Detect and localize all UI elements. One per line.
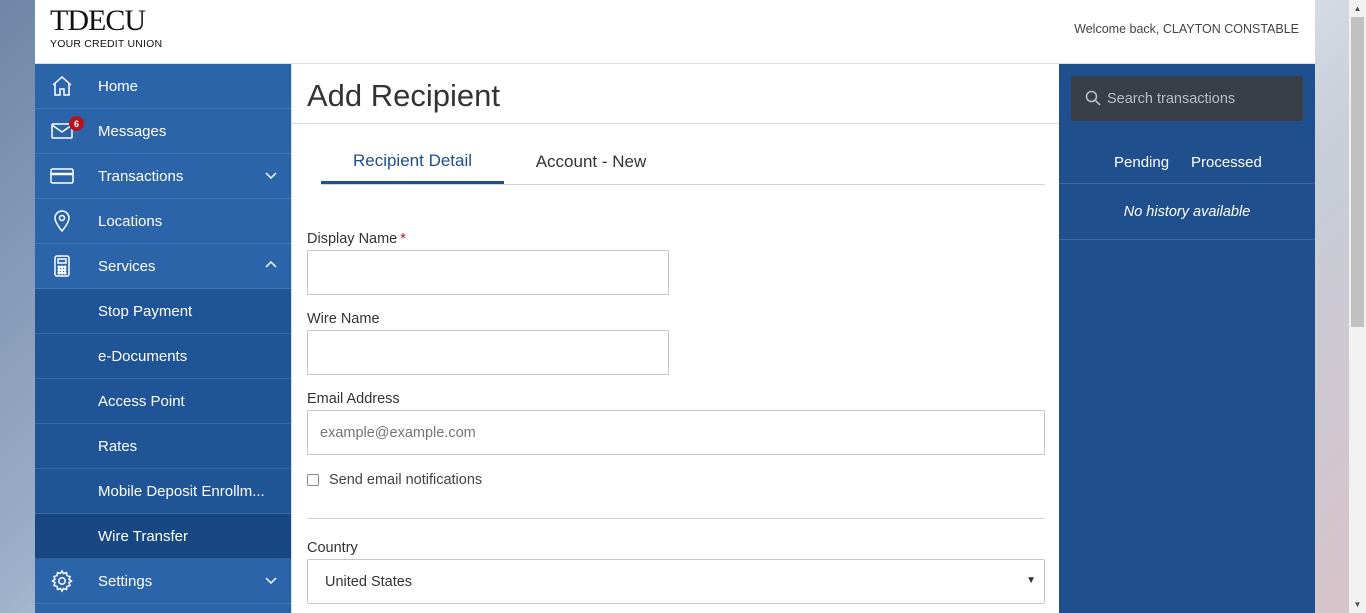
app-window: TDECU YOUR CREDIT UNION Welcome back, CL… [35, 0, 1315, 613]
send-email-label: Send email notifications [329, 472, 483, 488]
no-history-message: No history available [1059, 184, 1315, 240]
sidebar-item-label: Wire Transfer [98, 527, 189, 545]
card-icon [50, 168, 74, 184]
search-icon [1085, 90, 1101, 106]
country-label: Country [307, 540, 358, 556]
logo-tagline: YOUR CREDIT UNION [50, 38, 163, 50]
sidebar-item-settings[interactable]: Settings [35, 559, 291, 604]
sidebar-subitem-access-point[interactable]: Access Point [35, 379, 291, 424]
chevron-down-icon[interactable] [265, 574, 277, 586]
chevron-up-icon[interactable] [265, 259, 277, 271]
wire-name-input[interactable] [307, 330, 669, 375]
display-name-label-text: Display Name [307, 231, 398, 247]
scrollbar-thumb[interactable] [1351, 17, 1364, 327]
send-email-checkbox[interactable] [307, 474, 319, 486]
main-content: Add Recipient Recipient Detail Account -… [291, 64, 1059, 613]
transactions-panel: Search transactions Pending Processed No… [1059, 64, 1315, 613]
page-scrollbar[interactable]: ▲ ▼ [1349, 0, 1366, 613]
email-address-label: Email Address [307, 391, 400, 407]
sidebar-item-label: Stop Payment [98, 302, 193, 320]
sidebar-item-label: Rates [98, 437, 138, 455]
sidebar-item-locations[interactable]: Locations [35, 199, 291, 244]
sidebar-item-label: Transactions [98, 167, 184, 185]
sidebar-subitem-mobile-deposit[interactable]: Mobile Deposit Enrollm... [35, 469, 291, 514]
recipient-tabs: Recipient Detail Account - New [321, 140, 1045, 185]
sidebar-item-label: Home [98, 77, 139, 95]
tab-processed[interactable]: Processed [1191, 154, 1262, 171]
calculator-icon [54, 255, 70, 277]
welcome-message: Welcome back, CLAYTON CONSTABLE [1074, 22, 1299, 36]
sidebar-nav: Home 6 Messages Transactions Locations S… [35, 64, 291, 613]
top-bar: TDECU YOUR CREDIT UNION Welcome back, CL… [35, 0, 1315, 64]
sidebar-item-label: Messages [98, 122, 167, 140]
sidebar-item-label: Settings [98, 572, 153, 590]
sidebar-item-home[interactable]: Home [35, 64, 291, 109]
tdecu-logo[interactable]: TDECU YOUR CREDIT UNION [50, 4, 163, 51]
scroll-down-arrow-icon[interactable]: ▼ [1349, 596, 1366, 613]
sidebar-subitem-rates[interactable]: Rates [35, 424, 291, 469]
form-divider [307, 518, 1045, 519]
sidebar-item-label: Mobile Deposit Enrollm... [98, 482, 265, 500]
sidebar-item-label: Access Point [98, 392, 185, 410]
chevron-down-icon[interactable] [265, 169, 277, 181]
display-name-label: Display Name * [307, 231, 406, 247]
country-select[interactable]: United States ▼ [307, 559, 1045, 604]
sidebar-item-services[interactable]: Services [35, 244, 291, 289]
scroll-up-arrow-icon[interactable]: ▲ [1349, 0, 1366, 17]
sidebar-subitem-e-documents[interactable]: e-Documents [35, 334, 291, 379]
history-tabs: Pending Processed [1059, 140, 1315, 184]
dropdown-arrow-icon: ▼ [1026, 575, 1036, 586]
tab-account-new[interactable]: Account - New [504, 140, 678, 184]
page-title: Add Recipient [292, 64, 1059, 124]
logo-mark: TDECU [50, 4, 146, 37]
tab-recipient-detail[interactable]: Recipient Detail [321, 140, 504, 184]
sidebar-item-label: Locations [98, 212, 163, 230]
sidebar-item-label: e-Documents [98, 347, 188, 365]
map-pin-icon [54, 210, 70, 233]
sidebar-subitem-stop-payment[interactable]: Stop Payment [35, 289, 291, 334]
send-email-notifications-row[interactable]: Send email notifications [307, 472, 482, 488]
required-mark: * [400, 231, 406, 247]
sidebar-item-label: Services [98, 257, 156, 275]
display-name-input[interactable] [307, 250, 669, 295]
messages-badge: 6 [69, 116, 84, 131]
home-icon [52, 75, 72, 96]
country-select-value: United States [325, 573, 413, 590]
search-placeholder: Search transactions [1107, 90, 1236, 107]
search-transactions-input[interactable]: Search transactions [1071, 76, 1303, 121]
gear-icon [51, 569, 73, 593]
sidebar-subitem-wire-transfer[interactable]: Wire Transfer [35, 514, 291, 559]
tab-pending[interactable]: Pending [1114, 154, 1169, 171]
sidebar-item-messages[interactable]: 6 Messages [35, 109, 291, 154]
sidebar-item-transactions[interactable]: Transactions [35, 154, 291, 199]
wire-name-label: Wire Name [307, 311, 380, 327]
email-address-input[interactable] [307, 410, 1045, 455]
